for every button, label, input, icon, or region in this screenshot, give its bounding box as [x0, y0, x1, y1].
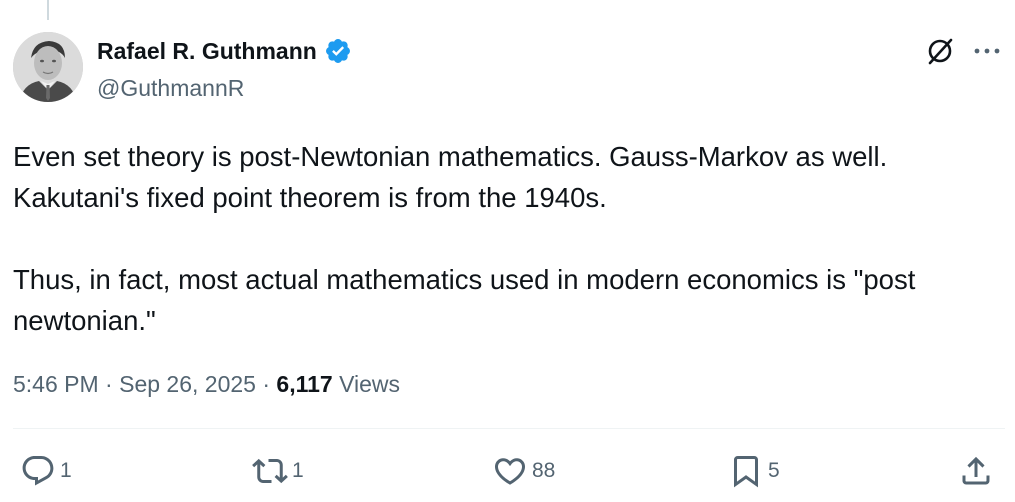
tweet-line: newtonian." — [13, 305, 156, 336]
thread-connector-line — [47, 0, 49, 20]
divider — [13, 428, 1005, 429]
avatar-photo — [13, 32, 83, 102]
meta-separator: · — [105, 371, 113, 397]
views-count[interactable]: 6,117 — [276, 371, 332, 397]
like-count: 88 — [532, 459, 556, 482]
reply-button[interactable]: 1 — [20, 452, 72, 490]
tweet-line: Kakutani's fixed point theorem is from t… — [13, 182, 607, 213]
verified-badge-icon[interactable] — [324, 37, 352, 65]
retweet-button[interactable]: 1 — [252, 452, 304, 490]
more-options-icon[interactable] — [970, 38, 1004, 64]
tweet-time[interactable]: 5:46 PM — [13, 371, 99, 397]
views-label[interactable]: Views — [339, 371, 400, 397]
grok-icon[interactable] — [924, 34, 958, 68]
like-button[interactable]: 88 — [492, 452, 555, 490]
author-handle[interactable]: @GuthmannR — [97, 74, 244, 102]
heart-icon — [494, 458, 526, 485]
paragraph-spacer — [13, 218, 1003, 259]
share-icon — [962, 456, 990, 485]
tweet-meta: 5:46 PM · Sep 26, 2025 · 6,117 Views — [13, 368, 400, 400]
bookmark-button[interactable]: 5 — [728, 452, 780, 490]
retweet-count: 1 — [292, 459, 304, 482]
meta-separator: · — [262, 371, 271, 397]
share-button[interactable] — [958, 452, 994, 490]
tweet-text: Even set theory is post-Newtonian mathem… — [13, 136, 1003, 341]
avatar[interactable] — [13, 32, 83, 102]
retweet-icon — [252, 458, 288, 484]
tweet-line: Even set theory is post-Newtonian mathem… — [13, 141, 888, 172]
tweet-date[interactable]: Sep 26, 2025 — [119, 371, 256, 397]
author-name-row[interactable]: Rafael R. Guthmann — [97, 36, 352, 66]
tweet-line: Thus, in fact, most actual mathematics u… — [13, 264, 916, 295]
author-name[interactable]: Rafael R. Guthmann — [97, 36, 317, 66]
reply-count: 1 — [60, 459, 72, 482]
bookmark-count: 5 — [768, 459, 780, 482]
bookmark-icon — [734, 456, 758, 488]
reply-icon — [22, 456, 54, 486]
